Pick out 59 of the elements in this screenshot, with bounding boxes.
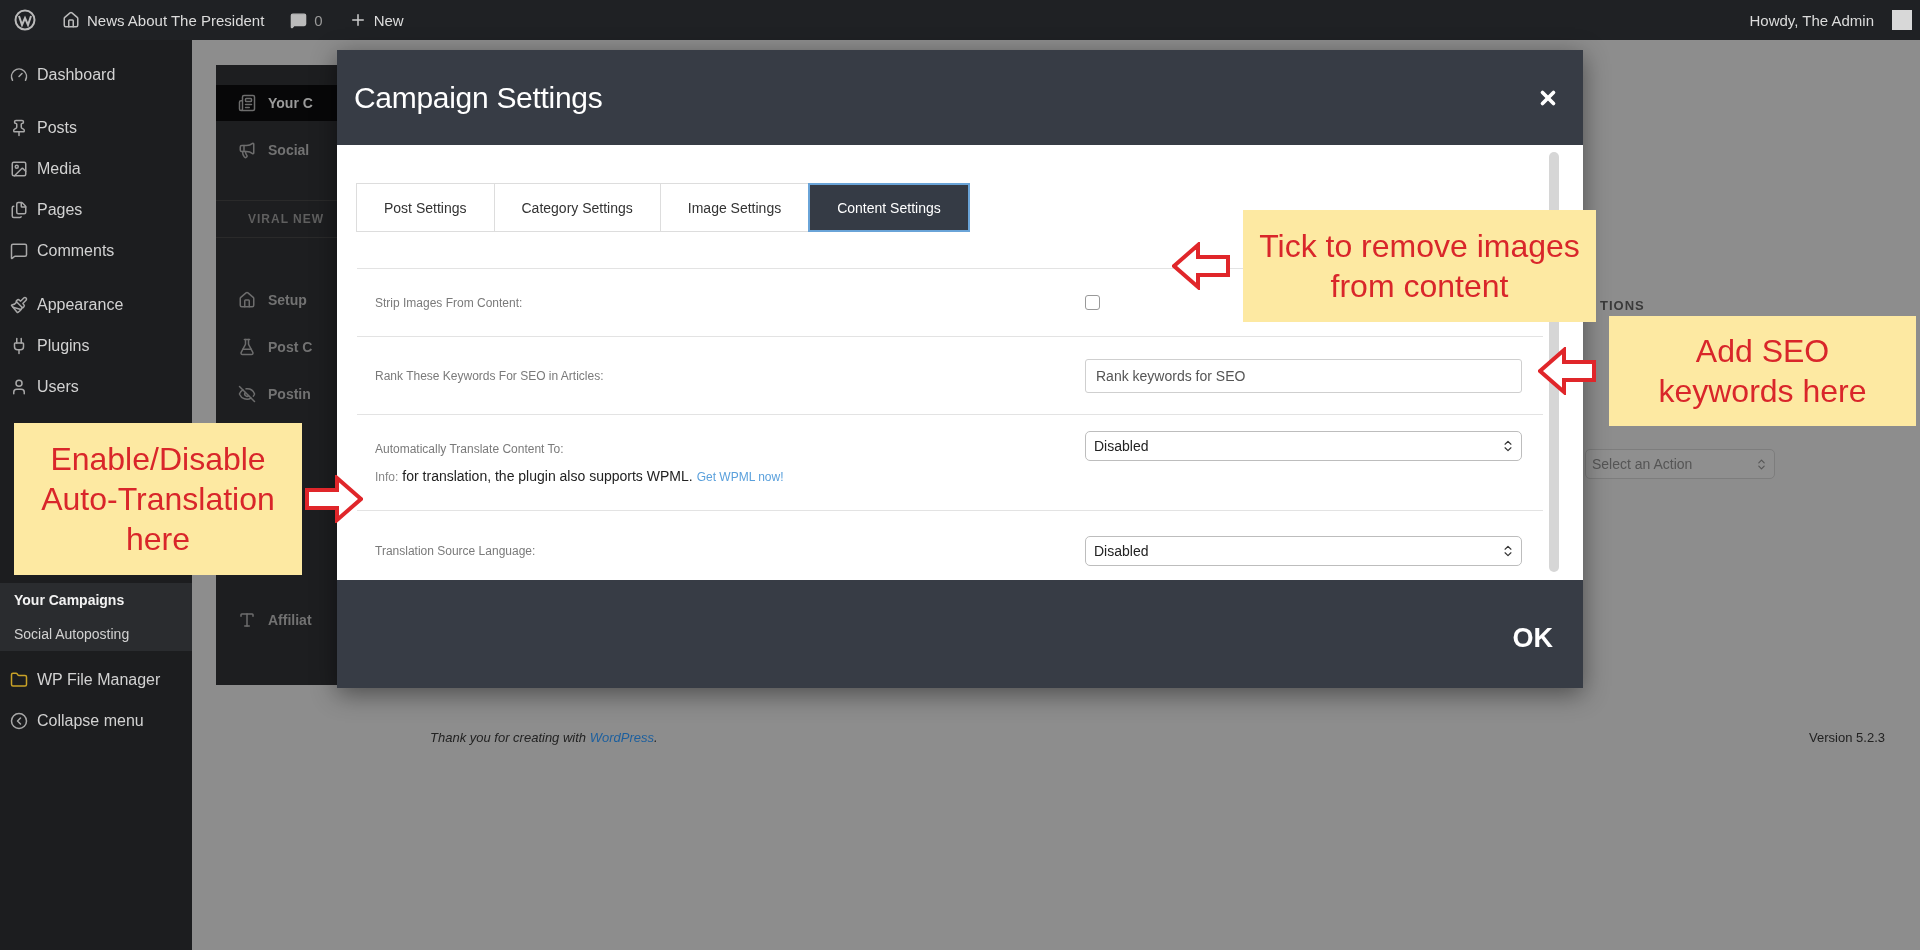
callout-note: Enable/Disable Auto-Translation here [14,423,302,575]
field-label: Rank These Keywords For SEO in Articles: [375,368,605,383]
home-icon [238,291,256,309]
pages-icon [10,200,28,219]
version-text: Version 5.2.3 [1809,730,1885,745]
sidebar-item[interactable]: Collapse menu [0,700,192,741]
sidebar-item[interactable]: Pages [0,189,192,230]
paintbrush-icon [10,295,28,314]
callout-note: Tick to remove images from content [1243,210,1596,322]
ok-button[interactable]: OK [1508,618,1557,658]
logo-icon[interactable] [14,9,36,31]
outline-arrow-icon [1172,242,1230,290]
footer-text: Thank you for creating with WordPress. [430,730,658,745]
select-field[interactable]: Disabled [1085,431,1522,461]
sidebar-item[interactable]: Dashboard [0,54,192,95]
font-icon [238,611,256,629]
tab[interactable]: Content Settings [808,183,970,232]
tab[interactable]: Image Settings [659,183,810,232]
folder-icon [10,670,28,689]
eye-slash-icon [238,385,256,403]
comment-icon[interactable] [290,11,308,29]
sidebar-item[interactable]: Plugins [0,325,192,366]
flask-icon [238,338,256,356]
sidebar-item[interactable]: Users [0,366,192,407]
pin-icon [10,118,28,137]
plugin-menu-item[interactable]: Your C [216,85,337,121]
comment-count: 0 [314,11,323,29]
greeting[interactable]: Howdy, The Admin [1749,11,1874,29]
megaphone-icon [238,141,256,159]
info-label: Info: [375,469,399,484]
sidebar-item[interactable]: Posts [0,107,192,148]
dialog-title: Campaign Settings [354,80,603,115]
section-heading: TIONS [1599,298,1646,313]
site-name[interactable]: News About The President [87,11,265,29]
comment-icon [10,241,28,260]
sidebar-item[interactable]: Comments [0,230,192,271]
sidebar-item[interactable]: Media [0,148,192,189]
dashboard-icon [10,65,28,84]
sidebar-item[interactable]: Your Campaigns [0,583,192,617]
sidebar-item[interactable]: Appearance [0,284,192,325]
checkbox[interactable] [1085,295,1100,310]
tab[interactable]: Category Settings [493,183,661,232]
user-icon [10,377,28,396]
sidebar-item[interactable]: WP File Manager [0,659,192,700]
info-text: for translation, the plugin also supports WPML. [402,467,693,484]
field-label: Translation Source Language: [375,544,537,558]
field-label: Strip Images From Content: [375,295,524,310]
callout-note: Add SEO keywords here [1609,316,1916,426]
home-icon[interactable] [62,11,80,29]
sidebar-item[interactable]: Social Autoposting [0,617,192,651]
tab[interactable]: Post Settings [356,183,495,232]
newspaper-icon [238,94,256,112]
collapse-icon [10,711,28,730]
chevrons-icon [1755,457,1768,471]
new-link[interactable]: New [373,11,404,29]
input-field[interactable]: Rank keywords for SEO [1085,358,1522,393]
media-icon [10,159,28,178]
select-field[interactable]: Disabled [1085,536,1522,566]
field-label: Automatically Translate Content To: [375,441,565,456]
